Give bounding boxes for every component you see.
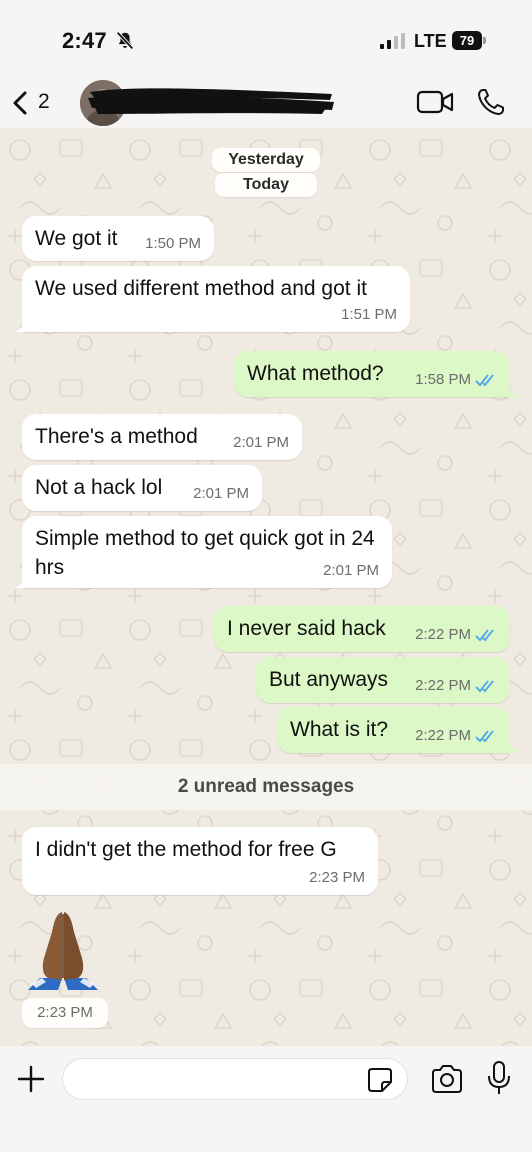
message-time: 2:23 PM bbox=[22, 998, 108, 1028]
message-text: What is it? bbox=[290, 718, 389, 741]
message-text: There's a method bbox=[35, 425, 198, 448]
message-time: 2:01 PM bbox=[193, 485, 249, 502]
plus-icon[interactable] bbox=[16, 1064, 46, 1094]
message-time: 1:51 PM bbox=[341, 306, 397, 323]
back-unread-count[interactable]: 2 bbox=[38, 90, 50, 114]
battery-level: 79 bbox=[452, 31, 482, 50]
message-text: Not a hack lol bbox=[35, 476, 163, 499]
message-bubble-outgoing[interactable]: I never said hack 2:22 PM bbox=[214, 606, 510, 652]
message-time: 1:58 PM bbox=[415, 371, 471, 388]
status-bar: 2:47 LTE 79 bbox=[0, 0, 532, 80]
message-time: 1:50 PM bbox=[145, 235, 201, 252]
message-text: I didn't get the method for free G bbox=[35, 838, 337, 861]
chevron-left-icon[interactable] bbox=[10, 88, 30, 118]
message-time: 2:01 PM bbox=[233, 434, 289, 451]
message-bubble-incoming[interactable]: There's a method 2:01 PM bbox=[22, 414, 302, 460]
double-check-icon bbox=[475, 680, 494, 693]
message-bubble-outgoing[interactable]: What method? 1:58 PM bbox=[234, 351, 510, 397]
message-time: 2:22 PM bbox=[415, 727, 471, 744]
message-bubble-incoming[interactable]: We got it 1:50 PM bbox=[22, 216, 214, 261]
message-text: What method? bbox=[247, 362, 384, 385]
bubble-tail bbox=[14, 318, 28, 332]
folded-hands-emoji[interactable] bbox=[22, 908, 104, 994]
message-time: 2:22 PM bbox=[415, 677, 471, 694]
message-bubble-incoming[interactable]: I didn't get the method for free G 2:23 … bbox=[22, 827, 378, 895]
video-call-icon[interactable] bbox=[416, 89, 454, 115]
chat-header: 2 bbox=[0, 80, 532, 128]
microphone-icon[interactable] bbox=[486, 1060, 512, 1096]
battery-tip bbox=[483, 37, 486, 44]
carrier-label: LTE bbox=[414, 31, 447, 51]
double-check-icon bbox=[475, 629, 494, 642]
message-bubble-incoming[interactable]: Not a hack lol 2:01 PM bbox=[22, 465, 262, 511]
message-bubble-incoming[interactable]: We used different method and got it 1:51… bbox=[22, 266, 410, 332]
message-bubble-outgoing[interactable]: But anyways 2:22 PM bbox=[256, 657, 510, 703]
sticker-icon[interactable] bbox=[366, 1066, 394, 1094]
date-chip-today: Today bbox=[215, 173, 317, 197]
double-check-icon bbox=[475, 730, 494, 743]
status-time: 2:47 bbox=[62, 28, 107, 53]
message-bubble-outgoing[interactable]: What is it? 2:22 PM bbox=[277, 707, 510, 753]
chat-messages-area[interactable]: Yesterday Today We got it 1:50 PM We use… bbox=[0, 128, 532, 1046]
phone-icon[interactable] bbox=[476, 87, 506, 117]
redacted-contact-name bbox=[88, 88, 334, 114]
unread-messages-divider: 2 unread messages bbox=[0, 764, 532, 810]
bubble-tail bbox=[506, 739, 520, 753]
battery-icon: 79 bbox=[452, 31, 488, 50]
camera-icon[interactable] bbox=[430, 1064, 464, 1094]
bell-slash-icon bbox=[116, 31, 134, 50]
message-time: 2:01 PM bbox=[323, 562, 379, 579]
message-text: We used different method and got it bbox=[35, 277, 367, 300]
message-text: I never said hack bbox=[227, 617, 386, 640]
date-chip-yesterday: Yesterday bbox=[212, 148, 320, 172]
double-check-icon bbox=[475, 374, 494, 387]
signal-bars-icon bbox=[380, 33, 405, 49]
message-time: 2:22 PM bbox=[415, 626, 471, 643]
bubble-tail bbox=[14, 574, 28, 588]
message-text: But anyways bbox=[269, 668, 389, 691]
message-time: 2:23 PM bbox=[309, 869, 365, 886]
bubble-tail bbox=[506, 383, 520, 397]
message-bubble-incoming[interactable]: Simple method to get quick got in 24 hrs… bbox=[22, 516, 392, 588]
message-input[interactable] bbox=[62, 1058, 408, 1100]
message-text: We got it bbox=[35, 227, 118, 250]
composer-bar bbox=[0, 1046, 532, 1152]
